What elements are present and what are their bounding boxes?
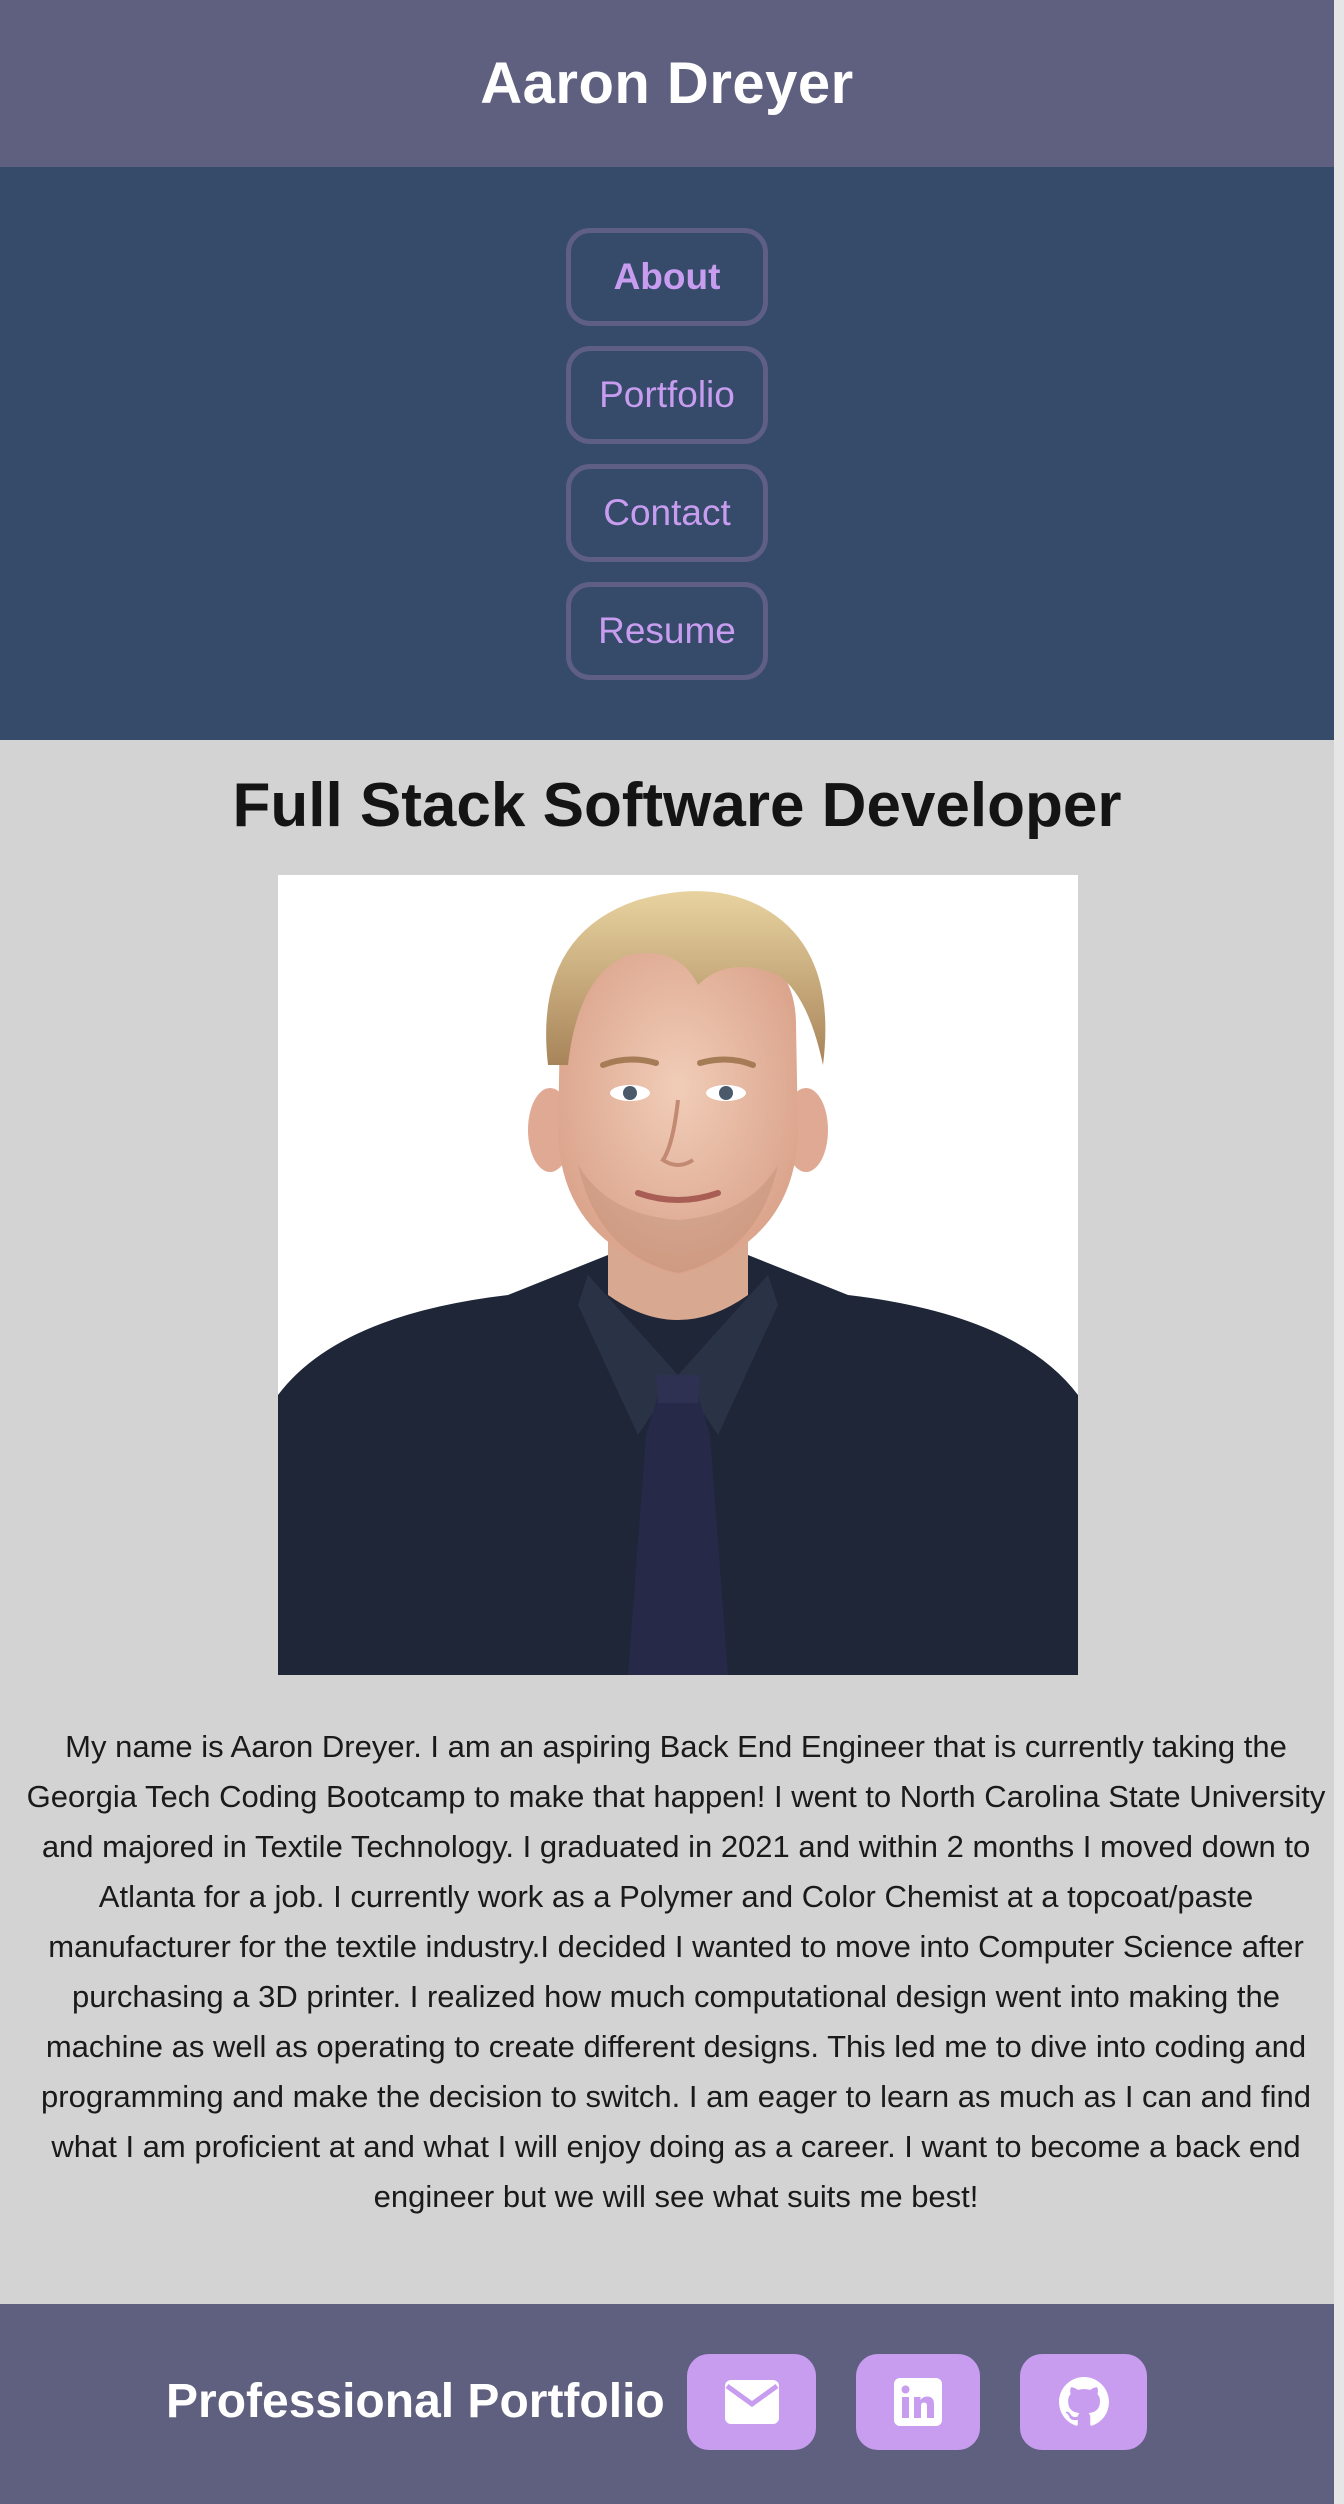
footer-title: Professional Portfolio: [166, 2375, 665, 2428]
scrollbar-gutter: [1334, 0, 1344, 2504]
site-header: Aaron Dreyer: [0, 0, 1334, 167]
about-section: Full Stack Software Developer My name is…: [0, 740, 1334, 2304]
linkedin-link-button[interactable]: [856, 2354, 980, 2450]
github-icon: [1058, 2377, 1109, 2426]
nav-about-button[interactable]: About: [566, 228, 768, 326]
portrait-illustration: [278, 875, 1078, 1675]
nav-portfolio-button[interactable]: Portfolio: [566, 346, 768, 444]
envelope-icon: [724, 2380, 779, 2424]
github-link-button[interactable]: [1020, 2354, 1147, 2450]
about-heading: Full Stack Software Developer: [232, 771, 1122, 840]
main-nav: About Portfolio Contact Resume: [0, 167, 1334, 740]
page: Aaron Dreyer About Portfolio Contact Res…: [0, 0, 1344, 2504]
linkedin-icon: [894, 2378, 942, 2426]
nav-resume-button[interactable]: Resume: [566, 582, 768, 680]
portrait-photo: [278, 875, 1078, 1675]
nav-contact-button[interactable]: Contact: [566, 464, 768, 562]
bio-paragraph: My name is Aaron Dreyer. I am an aspirin…: [26, 1729, 1326, 2214]
email-link-button[interactable]: [687, 2354, 816, 2450]
site-footer: Professional Portfolio: [0, 2304, 1334, 2504]
site-title: Aaron Dreyer: [480, 51, 854, 116]
